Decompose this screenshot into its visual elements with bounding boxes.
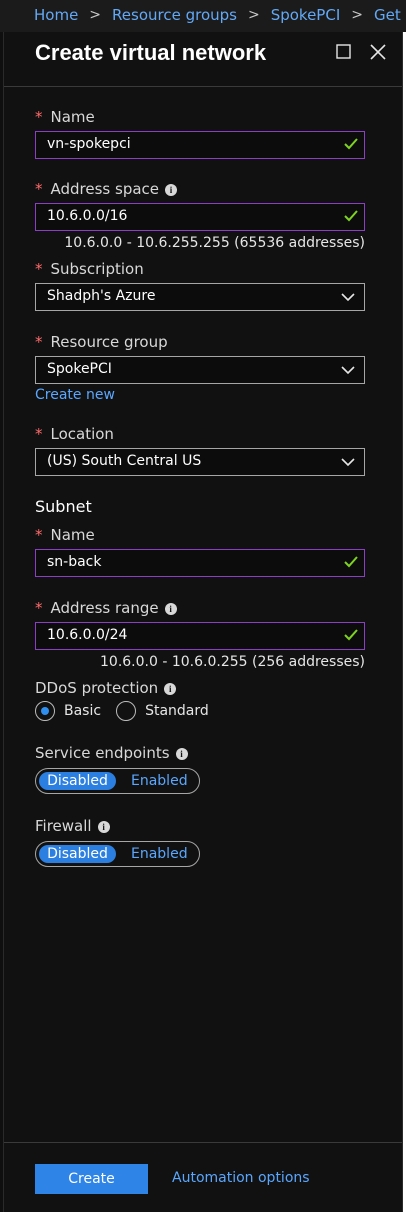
address-space-hint: 10.6.0.0 - 10.6.255.255 (65536 addresses… <box>64 235 365 251</box>
panel-title: Create virtual network <box>35 40 267 65</box>
create-vnet-panel: Create virtual network * Name vn-spokepci… <box>3 32 403 1212</box>
breadcrumb-get-started[interactable]: Get Star <box>374 6 406 24</box>
valid-check-icon <box>344 138 358 150</box>
required-marker: * <box>35 599 43 617</box>
required-marker: * <box>35 260 43 278</box>
firewall-label: Firewall i <box>35 817 110 835</box>
close-icon[interactable] <box>368 42 388 62</box>
required-marker: * <box>35 425 43 443</box>
ddos-basic-radio[interactable] <box>35 701 55 721</box>
ddos-standard-label[interactable]: Standard <box>145 703 209 719</box>
footer-divider <box>4 1142 402 1143</box>
info-icon[interactable]: i <box>165 184 178 196</box>
breadcrumb-separator: > <box>247 7 260 23</box>
maximize-icon[interactable] <box>334 42 354 62</box>
service-endpoints-label: Service endpoints i <box>35 744 188 762</box>
service-endpoints-enabled-option[interactable]: Enabled <box>131 772 188 790</box>
automation-options-link[interactable]: Automation options <box>172 1170 310 1186</box>
breadcrumb-resource-groups[interactable]: Resource groups <box>112 6 237 24</box>
required-marker: * <box>35 180 43 198</box>
address-range-label: * Address range i <box>35 599 177 617</box>
vnet-name-input[interactable]: vn-spokepci <box>35 131 365 159</box>
page-background <box>0 1212 406 1220</box>
valid-check-icon <box>344 556 358 568</box>
info-icon[interactable]: i <box>97 821 110 833</box>
info-icon[interactable]: i <box>164 683 177 695</box>
breadcrumb-spokepci[interactable]: SpokePCI <box>271 6 341 24</box>
chevron-down-icon <box>341 458 355 467</box>
valid-check-icon <box>344 210 358 222</box>
info-icon[interactable]: i <box>164 603 177 615</box>
ddos-label: DDoS protection i <box>35 679 177 697</box>
chevron-down-icon <box>341 293 355 302</box>
subnet-section-title: Subnet <box>35 497 92 516</box>
firewall-disabled-option[interactable]: Disabled <box>39 845 116 863</box>
name-label: * Name <box>35 108 95 126</box>
subscription-select[interactable]: Shadph's Azure <box>35 283 365 311</box>
subnet-name-input[interactable]: sn-back <box>35 549 365 577</box>
panel-header: Create virtual network <box>4 32 402 87</box>
service-endpoints-toggle: Disabled Enabled <box>35 768 200 794</box>
service-endpoints-disabled-option[interactable]: Disabled <box>39 772 116 790</box>
location-select[interactable]: (US) South Central US <box>35 448 365 476</box>
address-space-label: * Address space i <box>35 180 178 198</box>
ddos-standard-radio[interactable] <box>116 701 137 721</box>
breadcrumb-separator: > <box>89 7 102 23</box>
address-range-input[interactable]: 10.6.0.0/24 <box>35 622 365 650</box>
required-marker: * <box>35 333 43 351</box>
subscription-label: * Subscription <box>35 260 144 278</box>
create-new-link[interactable]: Create new <box>35 387 115 403</box>
location-label: * Location <box>35 425 114 443</box>
resource-group-label: * Resource group <box>35 333 168 351</box>
required-marker: * <box>35 108 43 126</box>
address-space-input[interactable]: 10.6.0.0/16 <box>35 203 365 231</box>
breadcrumb-separator: > <box>351 7 363 23</box>
chevron-down-icon <box>341 366 355 375</box>
required-marker: * <box>35 526 43 544</box>
breadcrumb: Home > Resource groups > SpokePCI > Get … <box>0 0 406 32</box>
ddos-radio-group: Basic Standard <box>35 701 209 721</box>
address-range-hint: 10.6.0.0 - 10.6.0.255 (256 addresses) <box>100 654 365 670</box>
subnet-name-label: * Name <box>35 526 95 544</box>
create-button[interactable]: Create <box>35 1164 148 1194</box>
valid-check-icon <box>344 629 358 641</box>
firewall-enabled-option[interactable]: Enabled <box>131 845 188 863</box>
firewall-toggle: Disabled Enabled <box>35 841 200 867</box>
resource-group-select[interactable]: SpokePCI <box>35 356 365 384</box>
breadcrumb-home[interactable]: Home <box>34 6 78 24</box>
info-icon[interactable]: i <box>175 748 188 760</box>
ddos-basic-label[interactable]: Basic <box>64 703 101 719</box>
